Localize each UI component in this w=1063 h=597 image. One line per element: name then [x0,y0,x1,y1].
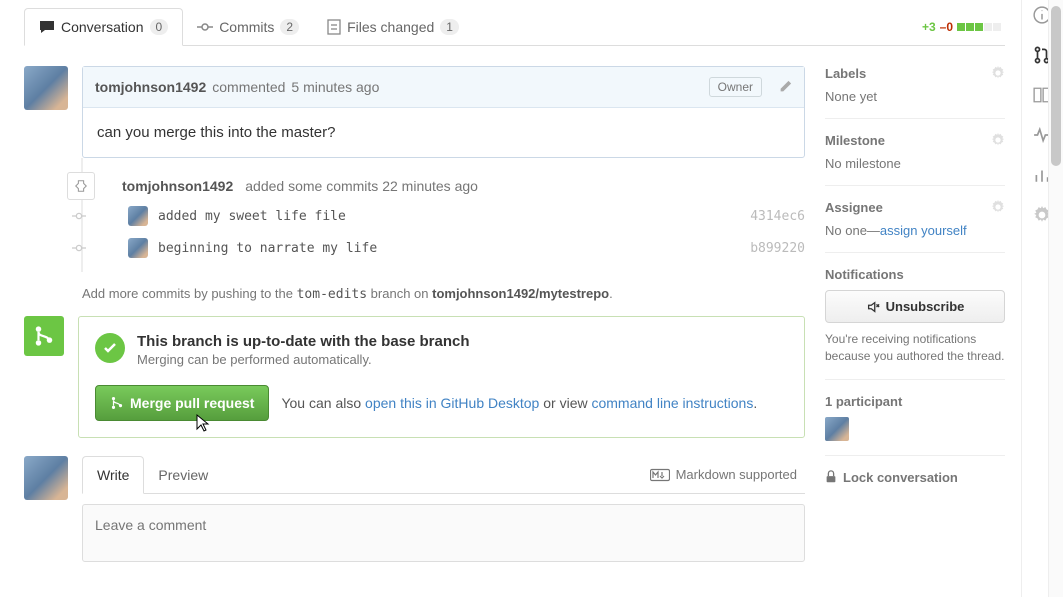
open-desktop-link[interactable]: open this in GitHub Desktop [365,395,539,411]
section-title: 1 participant [825,394,1005,409]
labels-section: Labels None yet [825,66,1005,119]
commit-message[interactable]: added my sweet life file [158,209,346,224]
merge-hint: You can also open this in GitHub Desktop… [281,395,757,411]
notifications-note: You're receiving notifications because y… [825,331,1005,365]
merge-title: This branch is up-to-date with the base … [137,333,470,350]
tab-count: 1 [440,19,459,35]
file-diff-icon [327,19,341,35]
pr-tabs: Conversation 0 Commits 2 Files changed 1… [24,8,1005,46]
merge-box: This branch is up-to-date with the base … [78,316,805,438]
labels-value: None yet [825,89,1005,104]
comment-body: can you merge this into the master? [83,108,804,157]
commit-sha[interactable]: 4314ec6 [750,209,805,224]
commits-user[interactable]: tomjohnson1492 [122,178,233,194]
lock-conversation-link[interactable]: Lock conversation [825,470,1005,485]
additions-count: +3 [922,20,936,34]
mute-icon [866,300,880,314]
participant-avatar[interactable] [825,417,849,441]
write-tabs: Write Preview Markdown supported [82,456,805,494]
merge-icon [24,316,64,356]
commit-row: beginning to narrate my life b899220 [82,232,805,264]
scrollbar[interactable] [1048,0,1063,597]
markdown-supported[interactable]: Markdown supported [650,467,805,482]
commit-sha[interactable]: b899220 [750,241,805,256]
scroll-thumb[interactable] [1051,6,1061,166]
assignee-section: Assignee No one—assign yourself [825,200,1005,253]
tab-files[interactable]: Files changed 1 [313,9,473,45]
tab-commits[interactable]: Commits 2 [183,9,313,45]
participants-section: 1 participant [825,394,1005,456]
comment-time: 5 minutes ago [291,79,379,95]
merge-pull-request-button[interactable]: Merge pull request [95,385,269,421]
comment-item: tomjohnson1492 commented 5 minutes ago O… [24,66,805,158]
edit-icon[interactable] [778,80,792,94]
gear-icon[interactable] [991,66,1005,80]
merge-subtitle: Merging can be performed automatically. [137,352,470,367]
comment-author[interactable]: tomjohnson1492 [95,79,206,95]
check-icon [95,333,125,363]
commit-icon [197,19,213,35]
avatar[interactable] [128,206,148,226]
avatar[interactable] [24,66,68,110]
gear-icon[interactable] [991,133,1005,147]
sidebar: Labels None yet Milestone No milestone A… [825,66,1005,565]
cli-instructions-link[interactable]: command line instructions [591,395,753,411]
commit-row: added my sweet life file 4314ec6 [82,200,805,232]
comment-input[interactable] [82,504,805,562]
repo-push-icon [67,172,95,200]
commit-message[interactable]: beginning to narrate my life [158,241,377,256]
comment-action: commented [212,79,285,95]
markdown-icon [650,468,670,482]
comment-icon [39,19,55,35]
assign-yourself-link[interactable]: assign yourself [880,223,967,238]
section-title: Milestone [825,133,1005,148]
commits-header: tomjohnson1492 added some commits 22 min… [82,172,805,200]
comment-box: tomjohnson1492 commented 5 minutes ago O… [82,66,805,158]
diff-bar [957,23,1001,31]
lock-section: Lock conversation [825,470,1005,499]
assignee-value: No one—assign yourself [825,223,1005,238]
push-hint: Add more commits by pushing to the tom-e… [82,286,805,302]
commit-dot-icon [72,211,86,221]
section-title: Assignee [825,200,1005,215]
diff-stats: +3 –0 [922,20,1005,34]
unsubscribe-button[interactable]: Unsubscribe [825,290,1005,323]
comment-header: tomjohnson1492 commented 5 minutes ago O… [83,67,804,108]
milestone-value: No milestone [825,156,1005,171]
tab-label: Conversation [61,19,144,35]
merge-section: This branch is up-to-date with the base … [24,316,805,438]
tab-write[interactable]: Write [82,456,144,494]
section-title: Notifications [825,267,1005,282]
tab-preview[interactable]: Preview [144,457,222,493]
tab-count: 0 [150,19,169,35]
notifications-section: Notifications Unsubscribe You're receivi… [825,267,1005,380]
avatar[interactable] [128,238,148,258]
tab-count: 2 [280,19,299,35]
tab-label: Commits [219,19,274,35]
commits-block: tomjohnson1492 added some commits 22 min… [82,158,805,272]
tab-label: Files changed [347,19,434,35]
gear-icon[interactable] [991,200,1005,214]
deletions-count: –0 [940,20,953,34]
avatar[interactable] [24,456,68,500]
commit-dot-icon [72,243,86,253]
merge-icon [110,396,124,410]
owner-badge: Owner [709,77,762,97]
lock-icon [825,470,837,484]
section-title: Labels [825,66,1005,81]
tab-conversation[interactable]: Conversation 0 [24,8,183,46]
milestone-section: Milestone No milestone [825,133,1005,186]
new-comment: Write Preview Markdown supported [24,456,805,565]
